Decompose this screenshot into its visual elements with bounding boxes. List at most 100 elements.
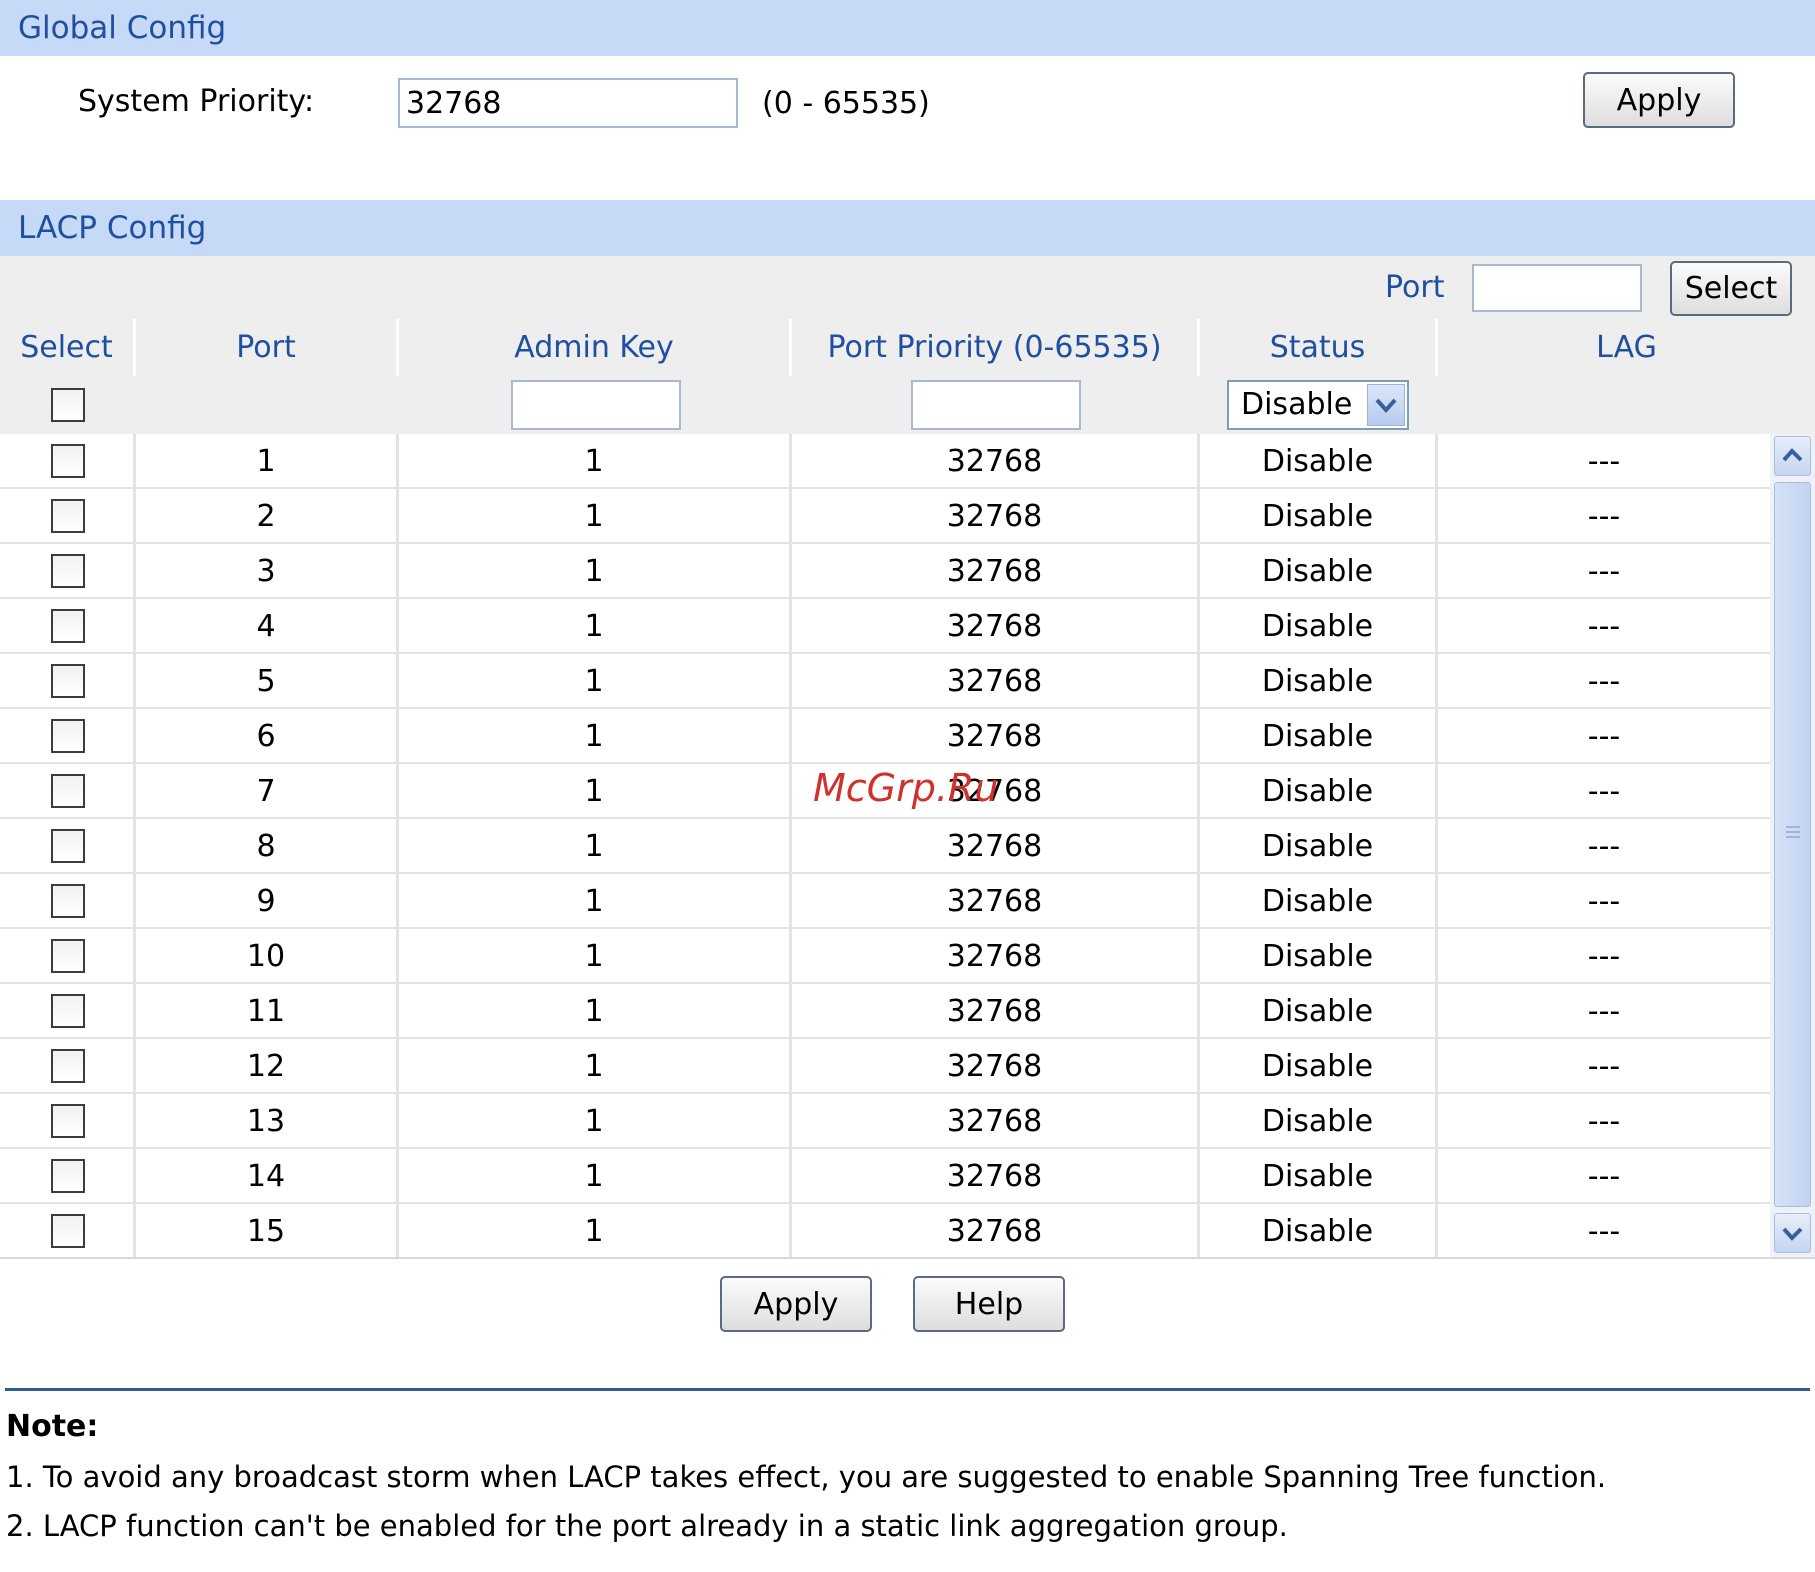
lag-cell: ---: [1587, 1049, 1621, 1084]
row-select-checkbox[interactable]: [51, 1049, 85, 1083]
port-cell: 12: [246, 1049, 286, 1084]
select-all-checkbox[interactable]: [51, 388, 85, 422]
port-priority-cell: 32768: [946, 609, 1043, 644]
status-cell: Disable: [1261, 774, 1374, 809]
admin-key-cell: 1: [584, 829, 604, 864]
column-divider: [396, 434, 399, 1257]
note-title: Note:: [6, 1409, 99, 1444]
admin-key-cell: 1: [584, 719, 604, 754]
status-cell: Disable: [1261, 1049, 1374, 1084]
row-select-checkbox[interactable]: [51, 884, 85, 918]
port-priority-cell: 32768: [946, 719, 1043, 754]
row-select-checkbox[interactable]: [51, 1159, 85, 1193]
port-cell: 4: [256, 609, 276, 644]
note-divider: [5, 1388, 1810, 1391]
lag-cell: ---: [1587, 994, 1621, 1029]
lag-cell: ---: [1587, 884, 1621, 919]
row-select-checkbox[interactable]: [51, 664, 85, 698]
note-item-2: 2. LACP function can't be enabled for th…: [6, 1509, 1288, 1543]
lag-cell: ---: [1587, 554, 1621, 589]
lag-cell: ---: [1587, 499, 1621, 534]
row-select-checkbox[interactable]: [51, 499, 85, 533]
scroll-up-arrow-icon[interactable]: [1774, 436, 1811, 476]
help-button[interactable]: Help: [913, 1276, 1065, 1332]
scroll-thumb[interactable]: [1774, 482, 1811, 1207]
port-priority-cell: 32768: [946, 829, 1043, 864]
scroll-grip-icon: [1786, 826, 1800, 838]
admin-key-cell: 1: [584, 1104, 604, 1139]
row-select-checkbox[interactable]: [51, 1214, 85, 1248]
status-cell: Disable: [1261, 1104, 1374, 1139]
lag-cell: ---: [1587, 829, 1621, 864]
table-row: 11 1 32768 Disable ---: [0, 984, 1770, 1039]
lag-cell: ---: [1587, 719, 1621, 754]
table-row: 12 1 32768 Disable ---: [0, 1039, 1770, 1094]
admin-key-cell: 1: [584, 664, 604, 699]
port-priority-cell: 32768: [946, 1214, 1043, 1249]
row-select-checkbox[interactable]: [51, 609, 85, 643]
port-cell: 9: [256, 884, 276, 919]
table-row: 10 1 32768 Disable ---: [0, 929, 1770, 984]
port-cell: 14: [246, 1159, 286, 1194]
scroll-down-arrow-icon[interactable]: [1774, 1213, 1811, 1253]
port-select-button[interactable]: Select: [1670, 261, 1792, 316]
lag-cell: ---: [1587, 664, 1621, 699]
row-select-checkbox[interactable]: [51, 994, 85, 1028]
port-cell: 2: [256, 499, 276, 534]
port-priority-cell: 32768: [946, 1049, 1043, 1084]
admin-key-cell: 1: [584, 1214, 604, 1249]
note-item-1: 1. To avoid any broadcast storm when LAC…: [6, 1460, 1607, 1494]
row-select-checkbox[interactable]: [51, 554, 85, 588]
port-cell: 7: [256, 774, 276, 809]
status-cell: Disable: [1261, 664, 1374, 699]
table-row: 13 1 32768 Disable ---: [0, 1094, 1770, 1149]
global-apply-button-label: Apply: [1616, 82, 1702, 118]
lacp-config-header: LACP Config: [0, 200, 1815, 256]
column-header-admin-key: Admin Key: [399, 319, 789, 376]
row-select-checkbox[interactable]: [51, 719, 85, 753]
chevron-down-icon[interactable]: [1367, 384, 1405, 426]
port-filter-input[interactable]: [1472, 264, 1642, 312]
global-apply-button[interactable]: Apply: [1583, 72, 1735, 128]
row-select-checkbox[interactable]: [51, 829, 85, 863]
port-priority-cell: 32768: [946, 554, 1043, 589]
status-cell: Disable: [1261, 1214, 1374, 1249]
admin-key-cell: 1: [584, 1049, 604, 1084]
port-cell: 13: [246, 1104, 286, 1139]
bulk-status-select-value: Disable: [1241, 387, 1353, 422]
port-priority-cell: 32768: [946, 994, 1043, 1029]
port-priority-cell: 32768: [946, 939, 1043, 974]
status-cell: Disable: [1261, 444, 1374, 479]
port-priority-cell: 32768: [946, 444, 1043, 479]
admin-key-cell: 1: [584, 444, 604, 479]
port-priority-cell: 32768: [946, 1104, 1043, 1139]
lag-cell: ---: [1587, 774, 1621, 809]
admin-key-cell: 1: [584, 609, 604, 644]
column-divider: [133, 434, 136, 1257]
lag-cell: ---: [1587, 1159, 1621, 1194]
row-select-checkbox[interactable]: [51, 774, 85, 808]
admin-key-cell: 1: [584, 994, 604, 1029]
bulk-status-select[interactable]: Disable: [1227, 380, 1409, 430]
watermark: McGrp.Ru: [813, 766, 999, 810]
lag-cell: ---: [1587, 444, 1621, 479]
apply-button[interactable]: Apply: [720, 1276, 872, 1332]
table-scrollbar[interactable]: [1770, 434, 1815, 1257]
table-row: 15 1 32768 Disable ---: [0, 1204, 1770, 1259]
system-priority-input[interactable]: [398, 78, 738, 128]
column-header-port-priority: Port Priority (0-65535): [792, 319, 1197, 376]
column-header-port: Port: [136, 319, 396, 376]
status-cell: Disable: [1261, 719, 1374, 754]
status-cell: Disable: [1261, 939, 1374, 974]
row-select-checkbox[interactable]: [51, 444, 85, 478]
help-button-label: Help: [954, 1286, 1024, 1322]
apply-button-label: Apply: [753, 1286, 839, 1322]
port-cell: 6: [256, 719, 276, 754]
bulk-admin-key-input[interactable]: [511, 380, 681, 430]
column-divider: [789, 434, 792, 1257]
row-select-checkbox[interactable]: [51, 1104, 85, 1138]
row-select-checkbox[interactable]: [51, 939, 85, 973]
bulk-port-priority-input[interactable]: [911, 380, 1081, 430]
admin-key-cell: 1: [584, 499, 604, 534]
status-cell: Disable: [1261, 1159, 1374, 1194]
